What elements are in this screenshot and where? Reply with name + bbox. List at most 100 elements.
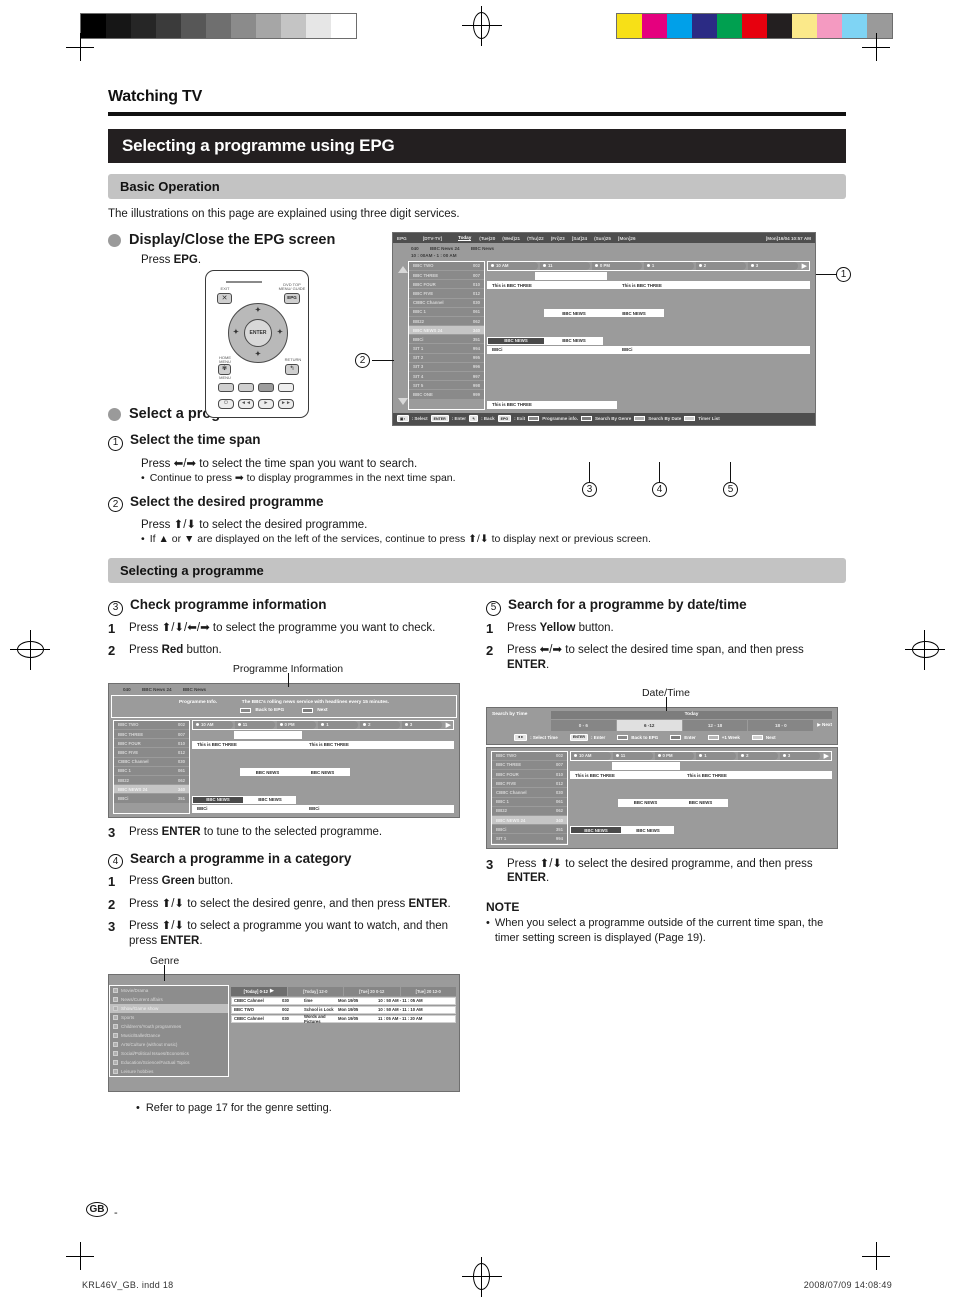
time-span-cell[interactable]: 10 AM (571, 751, 611, 760)
sbt-back-label[interactable]: Back to EPG (631, 735, 658, 740)
time-span-cell[interactable]: 0 PM (654, 751, 695, 760)
sbt-week-label[interactable]: +1 Week (722, 735, 740, 740)
genre-item[interactable]: Music/Ballet/Dance (110, 1031, 228, 1040)
channel-row[interactable]: BBC THREE 007 (409, 270, 484, 281)
time-span-cell[interactable]: 11 (234, 720, 275, 729)
genre-item[interactable]: Leisure hobbies (110, 1067, 228, 1076)
time-slot-button[interactable]: 18 - 0 (748, 719, 814, 731)
sbt-next-label[interactable]: Next (766, 735, 776, 740)
dpad-down-icon[interactable]: ✦ (255, 350, 261, 358)
channel-row[interactable]: SIT 2 995 (409, 353, 484, 363)
channel-row[interactable]: BB22 062 (409, 316, 484, 327)
programme-box[interactable]: BBCi (617, 345, 810, 354)
channel-row[interactable]: CBBC Channel 030 (114, 757, 189, 767)
channel-row[interactable]: CBBC Channel 030 (409, 298, 484, 308)
genre-item[interactable]: Show/Game show (110, 1003, 228, 1013)
pi-blank-box[interactable] (272, 731, 302, 740)
programme-box[interactable]: This is BBC THREE (617, 281, 810, 290)
genre-item[interactable]: Education/Science/Factual Topics (110, 1058, 228, 1067)
programme-box[interactable]: This is BBC THREE (304, 740, 454, 749)
time-next-arrow-icon[interactable]: ▶ (444, 721, 453, 729)
genre-date-tabs[interactable]: [Today] 0-12 ▶ [Today] 12-0 [Tue] 20 0-12 [T… (231, 986, 456, 996)
programme-box[interactable]: BBCi (192, 804, 304, 813)
channel-row[interactable]: BBC FIVE 012 (409, 289, 484, 299)
dt-time-row[interactable]: 10 AM 11 0 PM 1 2 3 ▶ (570, 750, 832, 761)
footer-search-date-label[interactable]: Search By Date (648, 416, 681, 421)
genre-item[interactable]: Arts/Culture (without music) (110, 1040, 228, 1049)
programme-box-selected[interactable]: BBC NEWS (487, 336, 545, 345)
genre-date-tab[interactable]: [Today] 12-0 (287, 986, 343, 996)
genre-item[interactable]: News/Current affairs (110, 995, 228, 1004)
footer-timer-list-label[interactable]: Timer List (698, 416, 719, 421)
programme-box[interactable]: This is BBC THREE (570, 771, 682, 780)
channel-row[interactable]: BBC NEWS 24 340 (492, 815, 567, 826)
channel-row[interactable]: SIT 1 994 (492, 834, 567, 844)
epg-blank-box[interactable] (535, 272, 575, 281)
time-span-cell[interactable]: 10 AM (488, 261, 538, 270)
time-span-cell[interactable]: 1 (643, 261, 694, 270)
dt-blank-box[interactable] (650, 762, 680, 771)
channel-row[interactable]: BBC THREE 007 (492, 760, 567, 770)
pi-time-row[interactable]: 10 AM 11 0 PM 1 2 3 ▶ (192, 719, 454, 730)
channel-row[interactable]: BBCi 351 (114, 794, 189, 804)
programme-box[interactable]: This is BBC THREE (192, 740, 304, 749)
channel-row[interactable]: BBC 1 061 (409, 307, 484, 317)
epg-day-tab[interactable]: (Tue)20 (479, 236, 495, 241)
blue-color-button[interactable] (278, 383, 294, 392)
time-next-arrow-icon[interactable]: ▶ (800, 262, 809, 270)
time-span-cell[interactable]: 11 (612, 751, 653, 760)
epg-day-tab[interactable]: (Wed)21 (502, 236, 520, 241)
pi-channel-list[interactable]: BBC TWO 002 BBC THREE 007 BBC FOUR 010 BBC FIV… (113, 719, 190, 814)
programme-box[interactable]: BBC NEWS (545, 336, 603, 345)
yellow-color-button[interactable] (258, 383, 274, 392)
epg-channel-list[interactable]: BBC TWO 002 BBC THREE 007 BBC FOUR 010 BBC FIV… (408, 260, 485, 410)
channel-row[interactable]: BBCi 351 (409, 335, 484, 345)
sbt-enter2-label[interactable]: Enter (684, 735, 696, 740)
programme-box[interactable]: This is BBC THREE (487, 281, 617, 290)
programme-box[interactable]: BBC NEWS (240, 768, 295, 777)
dpad-left-icon[interactable]: ✦ (233, 328, 239, 336)
time-span-cell[interactable]: 2 (695, 261, 746, 270)
time-span-cell[interactable]: 1 (318, 720, 359, 729)
epg-scroll-indicators[interactable] (397, 261, 408, 410)
genre-date-tab[interactable]: [Tue] 20 0-12 (344, 986, 400, 996)
genre-result-rows[interactable]: CBBC Cahnnel 030 time Mon 19/05 10 : 50 AM -… (231, 996, 456, 1024)
next-label[interactable]: Next (317, 708, 327, 713)
programme-box[interactable]: BBC NEWS (244, 795, 296, 804)
programme-box[interactable]: BBC NEWS (673, 798, 728, 807)
channel-row[interactable]: BB22 062 (492, 806, 567, 816)
programme-box[interactable]: This is BBC THREE (487, 400, 617, 409)
genre-result-row[interactable]: CBBC Cahnnel 030 Words and Pictures Mon 19/… (231, 1014, 456, 1024)
channel-row[interactable]: SIT 4 997 (409, 372, 484, 382)
epg-day-tab[interactable]: [Sat]24 (572, 236, 587, 241)
channel-row[interactable]: BBC NEWS 24 340 (114, 785, 189, 795)
channel-row[interactable]: CBBC Channel 030 (492, 788, 567, 798)
channel-row[interactable]: BBC 1 061 (114, 766, 189, 777)
time-span-cell[interactable]: 2 (360, 720, 400, 729)
programme-box[interactable]: BBCi (304, 804, 454, 813)
channel-row[interactable]: BBC TWO 002 (114, 720, 189, 731)
programme-box-selected[interactable]: BBC NEWS (570, 826, 622, 835)
channel-row[interactable]: SIT 5 998 (409, 381, 484, 391)
pi-blank-box[interactable] (234, 731, 272, 740)
epg-day-tab[interactable]: (Thu)22 (527, 236, 544, 241)
programme-box-selected[interactable]: BBC NEWS (192, 795, 244, 804)
time-span-cell[interactable]: 3 (401, 720, 442, 729)
sbt-slot-row[interactable]: 0 - 66 -12 12 - 18 18 - 0 ▶ Next (492, 719, 832, 731)
channel-row[interactable]: SIT 3 996 (409, 362, 484, 373)
genre-date-tab[interactable]: [Tue] 20 12-0 (400, 986, 456, 996)
channel-row[interactable]: BBC FIVE 012 (492, 779, 567, 789)
programme-box[interactable]: BBC NEWS (618, 798, 673, 807)
scroll-up-icon[interactable] (397, 265, 408, 273)
channel-row[interactable]: BBC ONE 999 (409, 390, 484, 400)
programme-box[interactable]: BBC NEWS (295, 768, 350, 777)
channel-row[interactable]: BBCi 351 (492, 825, 567, 835)
channel-row[interactable]: SIT 1 994 (409, 344, 484, 354)
genre-item[interactable]: Children's/Youth programmes (110, 1022, 228, 1031)
programme-box[interactable]: BBC NEWS (622, 826, 674, 835)
back-to-epg-label[interactable]: Back to EPG (255, 708, 284, 713)
time-span-cell[interactable]: 11 (539, 261, 590, 270)
epg-time-span-row[interactable]: 10 AM 11 0 PM 1 2 3 ▶ (487, 260, 810, 271)
genre-list[interactable]: Movie/Drama News/Current affairs Show/Game… (109, 984, 229, 1077)
dpad-up-icon[interactable]: ✦ (255, 306, 261, 314)
